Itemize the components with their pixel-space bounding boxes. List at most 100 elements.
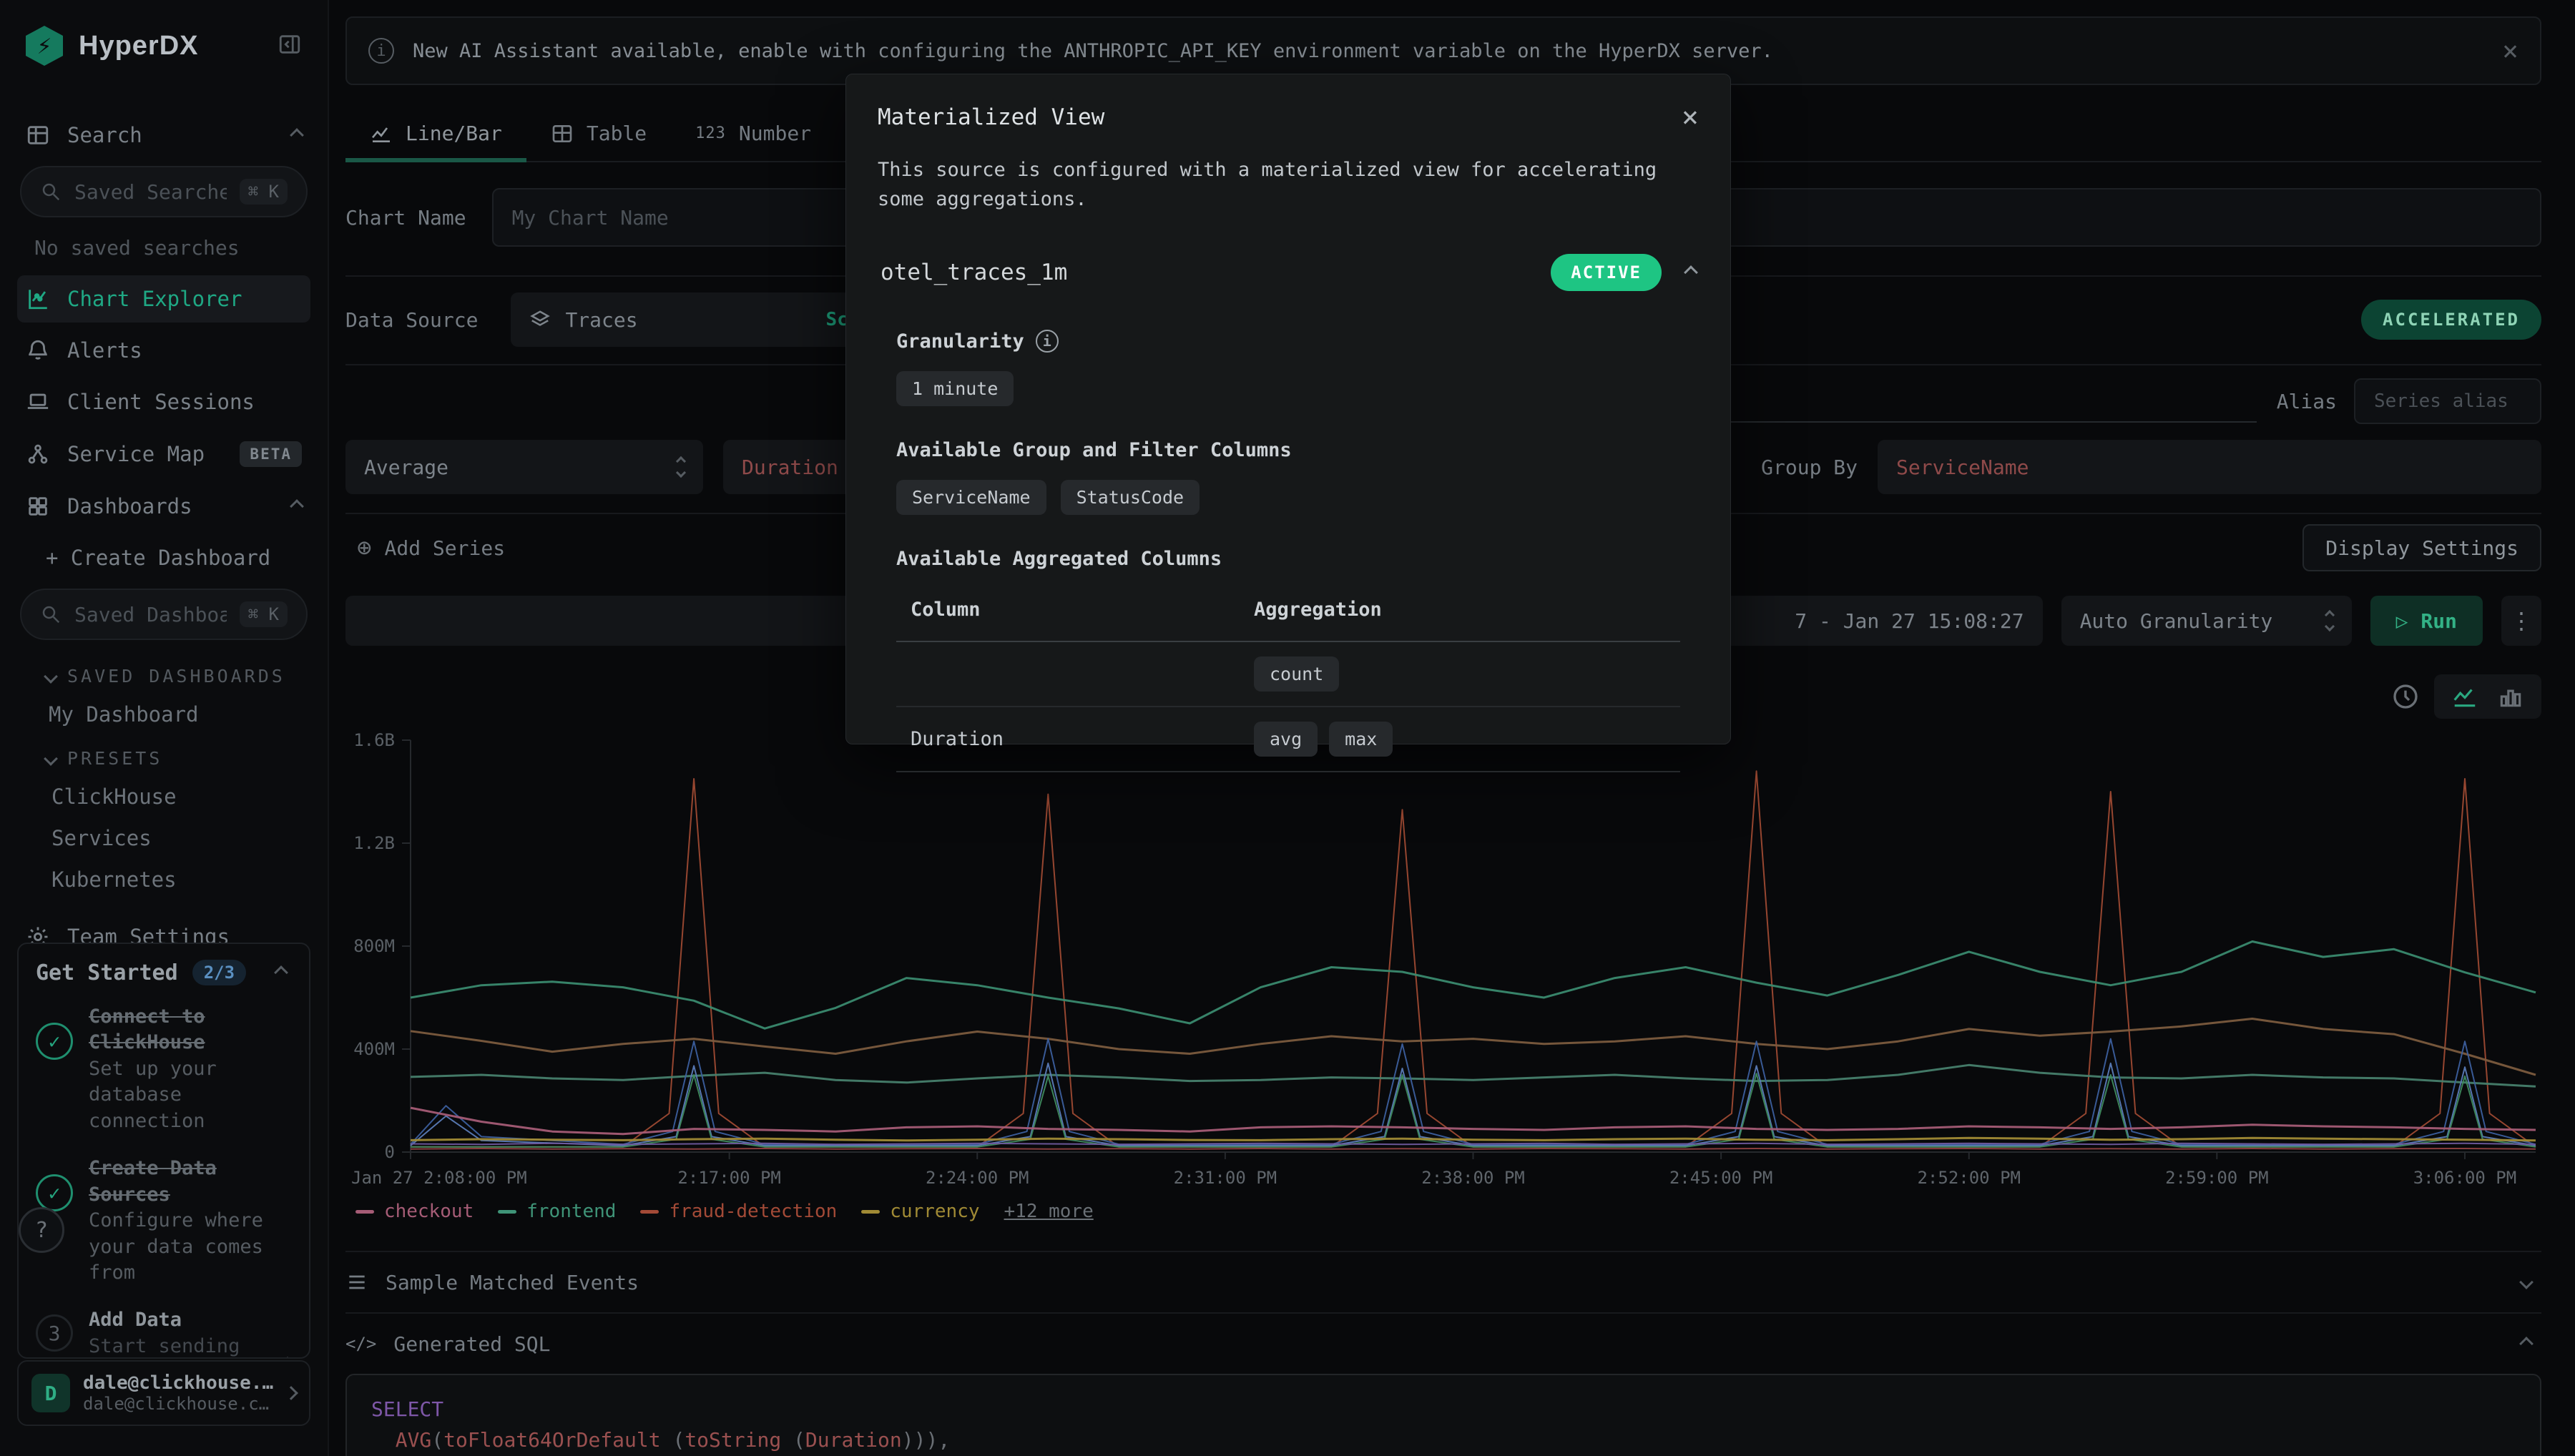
legend-more-link[interactable]: +12 more: [1004, 1201, 1094, 1222]
aggregation-select[interactable]: Average: [345, 440, 703, 494]
view-name: otel_traces_1m: [881, 260, 1067, 285]
search-icon: [40, 181, 62, 202]
sidebar-item-kubernetes[interactable]: Kubernetes: [17, 859, 310, 900]
chart-name-label: Chart Name: [345, 206, 466, 230]
create-dashboard-button[interactable]: + Create Dashboard: [17, 534, 310, 581]
tab-line-bar[interactable]: Line/Bar: [345, 122, 526, 161]
sidebar-item-alerts[interactable]: Alerts: [17, 327, 310, 374]
table-icon: [551, 122, 574, 145]
area-chart-toggle-icon[interactable]: [2451, 683, 2478, 710]
svg-text:Jan 27 2:08:00 PM: Jan 27 2:08:00 PM: [351, 1168, 527, 1188]
presets-caption[interactable]: PRESETS: [17, 735, 310, 776]
get-started-item-connect[interactable]: ✓ Connect to ClickHouse Set up your data…: [36, 1004, 292, 1134]
no-saved-searches-text: No saved searches: [17, 230, 310, 275]
chevron-up-icon[interactable]: [1684, 265, 1698, 280]
data-source-label: Data Source: [345, 308, 478, 332]
get-started-card: Get Started 2/3 ✓ Connect to ClickHouse …: [17, 943, 310, 1359]
bar-chart-toggle-icon[interactable]: [2497, 683, 2524, 710]
generated-sql-code[interactable]: SELECT AVG(toFloat64OrDefault (toString …: [345, 1374, 2541, 1456]
add-series-button[interactable]: ⊕ Add Series: [345, 533, 505, 562]
svg-text:1.2B: 1.2B: [353, 833, 395, 853]
banner-close-icon[interactable]: ×: [2502, 37, 2518, 64]
chart-explorer-icon: [26, 287, 50, 311]
sidebar: ⚡ HyperDX Search Saved Searches ⌘ K No s…: [0, 0, 329, 1456]
updown-icon: [677, 458, 685, 476]
sidebar-item-client-sessions[interactable]: Client Sessions: [17, 378, 310, 426]
list-icon: [345, 1271, 368, 1294]
filter-column-chip: StatusCode: [1061, 480, 1200, 515]
svg-text:2:45:00 PM: 2:45:00 PM: [1669, 1168, 1773, 1188]
aggregation-chip: max: [1329, 722, 1393, 757]
svg-text:800M: 800M: [353, 936, 395, 956]
sidebar-item-service-map[interactable]: Service Map BETA: [17, 430, 310, 478]
chevron-down-icon: [44, 669, 58, 684]
granularity-value-chip: 1 minute: [896, 371, 1014, 406]
beta-badge: BETA: [240, 441, 302, 467]
modal-title: Materialized View: [878, 104, 1104, 130]
saved-searches-input[interactable]: Saved Searches ⌘ K: [20, 166, 308, 217]
svg-text:2:17:00 PM: 2:17:00 PM: [677, 1168, 781, 1188]
shortcut-badge: ⌘ K: [240, 179, 288, 205]
more-options-button[interactable]: ⋮: [2501, 596, 2541, 646]
svg-text:2:52:00 PM: 2:52:00 PM: [1917, 1168, 2021, 1188]
play-icon: ▷: [2396, 609, 2408, 633]
saved-dashboards-input[interactable]: Saved Dashboards ⌘ K: [20, 589, 308, 640]
bell-icon: [26, 338, 50, 363]
aggregation-header: Aggregation: [1254, 599, 1382, 621]
legend-item: checkout: [355, 1201, 474, 1222]
modal-close-icon[interactable]: ×: [1682, 103, 1699, 132]
tab-number[interactable]: 123 Number: [671, 122, 835, 161]
chevron-up-icon: [290, 128, 304, 142]
group-filter-columns-label: Available Group and Filter Columns: [878, 439, 1699, 461]
tab-table[interactable]: Table: [526, 122, 671, 161]
help-button[interactable]: ?: [19, 1207, 64, 1253]
check-circle-icon: ✓: [36, 1023, 73, 1060]
network-icon: [26, 442, 50, 466]
chevron-up-icon: [290, 499, 304, 513]
get-started-title: Get Started: [36, 960, 178, 985]
layers-icon: [529, 309, 551, 330]
sidebar-collapse-icon[interactable]: [278, 32, 302, 59]
display-settings-button[interactable]: Display Settings: [2302, 524, 2541, 571]
hyperdx-logo-icon: ⚡: [26, 26, 63, 66]
group-by-label: Group By: [1761, 456, 1858, 479]
user-menu[interactable]: D dale@clickhouse.… dale@clickhouse.c…: [17, 1360, 310, 1426]
sidebar-item-search[interactable]: Search: [17, 112, 310, 159]
timeseries-chart[interactable]: 0400M800M1.2B1.6BJan 27 2:08:00 PM2:17:0…: [345, 722, 2541, 1196]
code-icon: </>: [345, 1334, 376, 1354]
info-icon: i: [1036, 330, 1059, 353]
app-title: HyperDX: [79, 31, 262, 62]
sample-matched-events-row[interactable]: Sample Matched Events: [345, 1252, 2541, 1312]
avatar: D: [31, 1374, 70, 1412]
granularity-select[interactable]: Auto Granularity: [2061, 596, 2352, 646]
get-started-item-add-data[interactable]: 3 Add Data Start sending logs, metrics, …: [36, 1307, 292, 1359]
svg-text:0: 0: [385, 1142, 395, 1162]
svg-text:3:06:00 PM: 3:06:00 PM: [2413, 1168, 2517, 1188]
series-alias-input[interactable]: [2354, 378, 2541, 424]
app-root: ⚡ HyperDX Search Saved Searches ⌘ K No s…: [0, 0, 2575, 1456]
chevron-up-icon[interactable]: [274, 965, 288, 980]
banner-text: New AI Assistant available, enable with …: [413, 40, 2483, 62]
sidebar-item-clickhouse[interactable]: ClickHouse: [17, 776, 310, 817]
column-header: Column: [911, 599, 1254, 621]
sidebar-item-services[interactable]: Services: [17, 817, 310, 859]
time-history-icon[interactable]: [2391, 682, 2420, 711]
run-button[interactable]: ▷ Run: [2370, 596, 2483, 646]
granularity-label: Granularity: [896, 330, 1024, 353]
group-by-input[interactable]: ServiceName: [1878, 440, 2541, 494]
aggregated-columns-table: Column Aggregation count Duration avg ma…: [896, 599, 1680, 772]
generated-sql-row[interactable]: </> Generated SQL: [345, 1314, 2541, 1374]
sidebar-item-my-dashboard[interactable]: My Dashboard: [17, 694, 310, 735]
active-status-badge: ACTIVE: [1551, 254, 1662, 291]
search-icon: [40, 604, 62, 625]
line-chart-icon: [370, 122, 393, 145]
filter-column-chip: ServiceName: [896, 480, 1046, 515]
sidebar-item-chart-explorer[interactable]: Chart Explorer: [17, 275, 310, 323]
updown-icon: [2326, 611, 2333, 630]
saved-dashboards-caption[interactable]: SAVED DASHBOARDS: [17, 653, 310, 694]
aggregated-columns-label: Available Aggregated Columns: [878, 548, 1699, 570]
get-started-item-sources[interactable]: ✓ Create Data Sources Configure where yo…: [36, 1156, 292, 1286]
arrow-right-icon: →: [278, 1345, 292, 1359]
sidebar-item-dashboards[interactable]: Dashboards: [17, 483, 310, 530]
chevron-down-icon: [2519, 1275, 2534, 1289]
